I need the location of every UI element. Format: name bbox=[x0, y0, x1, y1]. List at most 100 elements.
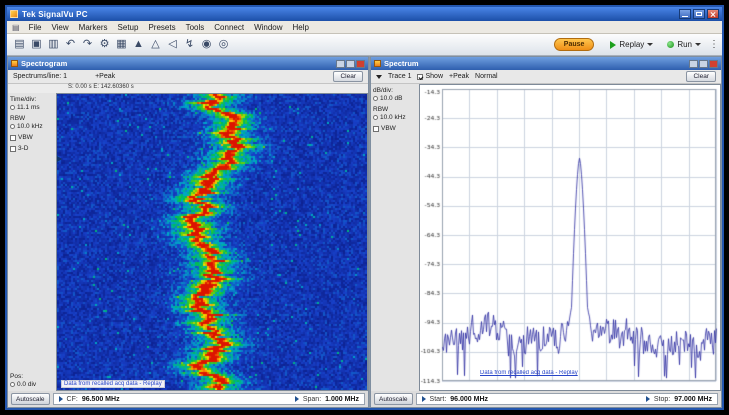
spectrum-close-button[interactable] bbox=[709, 60, 718, 68]
spectrogram-plot: Data from recalled acq data - Replay bbox=[56, 93, 368, 391]
sgram-vbw-control[interactable]: VBW bbox=[10, 134, 54, 141]
app-window: Tek SignalVu PC ▤ File View Markers Setu… bbox=[5, 5, 724, 410]
menu-window[interactable]: Window bbox=[249, 23, 287, 32]
sgram-rbw-value[interactable]: 10.0 kHz bbox=[17, 123, 43, 130]
span-marker-icon[interactable] bbox=[295, 396, 299, 402]
touchscreen-icon[interactable]: ◎ bbox=[216, 39, 231, 50]
spectrum-canvas[interactable] bbox=[420, 85, 720, 390]
spectrogram-clear-button[interactable]: Clear bbox=[333, 71, 363, 82]
pos-value[interactable]: 0.0 div bbox=[17, 381, 36, 388]
replay-button[interactable]: Replay bbox=[604, 38, 659, 51]
document-icon[interactable]: ▤ bbox=[12, 23, 20, 32]
pause-button[interactable]: Pause bbox=[554, 38, 595, 51]
pos-radio-icon[interactable] bbox=[10, 382, 15, 387]
spectrum-title: Spectrum bbox=[384, 59, 419, 68]
menu-markers[interactable]: Markers bbox=[74, 23, 113, 32]
time-div-value[interactable]: 11.1 ms bbox=[17, 104, 40, 111]
trigger-icon[interactable]: ↯ bbox=[182, 39, 197, 50]
acquire-icon[interactable]: ◉ bbox=[199, 39, 214, 50]
stop-marker-icon[interactable] bbox=[646, 396, 650, 402]
spectrogram-panel-icon bbox=[11, 60, 18, 67]
sgram-vbw-checkbox[interactable] bbox=[10, 135, 16, 141]
run-button[interactable]: Run bbox=[661, 38, 707, 51]
db-div-control[interactable]: 10.0 dB bbox=[373, 95, 417, 102]
db-div-radio-icon[interactable] bbox=[373, 96, 378, 101]
undo-icon[interactable]: ↶ bbox=[63, 39, 78, 50]
spectrum-settings: dB/div: 10.0 dB RBW 10.0 kHz bbox=[371, 84, 419, 391]
menu-setup[interactable]: Setup bbox=[113, 23, 144, 32]
spectrum-minimize-button[interactable] bbox=[689, 60, 698, 68]
time-div-control[interactable]: 11.1 ms bbox=[10, 104, 54, 111]
menu-presets[interactable]: Presets bbox=[143, 23, 180, 32]
show-checkbox[interactable] bbox=[417, 74, 423, 80]
save-icon[interactable]: ▣ bbox=[29, 39, 44, 50]
spectrum-clear-button[interactable]: Clear bbox=[686, 71, 716, 82]
cf-value[interactable]: 96.500 MHz bbox=[82, 396, 120, 403]
spec-rbw-radio-icon[interactable] bbox=[373, 115, 378, 120]
menu-view[interactable]: View bbox=[46, 23, 73, 32]
menu-tools[interactable]: Tools bbox=[181, 23, 210, 32]
time-div-radio-icon[interactable] bbox=[10, 105, 15, 110]
spectrogram-maximize-button[interactable] bbox=[346, 60, 355, 68]
spectrogram-replay-note: Data from recalled acq data - Replay bbox=[61, 380, 165, 388]
spectrogram-settings: Time/div: 11.1 ms RBW 10.0 kHz bbox=[8, 93, 56, 391]
print-icon[interactable]: ▥ bbox=[46, 39, 61, 50]
minimize-button[interactable] bbox=[679, 9, 691, 19]
marker-to-peak-icon[interactable]: △ bbox=[148, 39, 163, 50]
show-control[interactable]: Show bbox=[417, 73, 443, 80]
spectrogram-footer: Autoscale CF: 96.500 MHz Span: 1.000 MHz bbox=[8, 391, 368, 407]
spectrogram-canvas[interactable] bbox=[57, 94, 367, 390]
window-titlebar[interactable]: Tek SignalVu PC bbox=[7, 7, 722, 21]
cf-marker-icon[interactable] bbox=[59, 396, 63, 402]
prev-peak-icon[interactable]: ◁ bbox=[165, 39, 180, 50]
spectrogram-titlebar[interactable]: Spectrogram bbox=[8, 57, 368, 70]
stop-value[interactable]: 97.000 MHz bbox=[674, 396, 712, 403]
span-label: Span: bbox=[303, 396, 321, 403]
spec-rbw-control[interactable]: 10.0 kHz bbox=[373, 114, 417, 121]
trace-selector[interactable]: Trace 1 bbox=[388, 73, 411, 80]
settings-gear-icon[interactable]: ⚙ bbox=[97, 39, 112, 50]
spectrogram-autoscale-button[interactable]: Autoscale bbox=[11, 393, 50, 405]
spectrum-panel-icon bbox=[374, 60, 381, 67]
db-div-value[interactable]: 10.0 dB bbox=[380, 95, 402, 102]
spectrogram-minimize-button[interactable] bbox=[336, 60, 345, 68]
span-value[interactable]: 1.000 MHz bbox=[325, 396, 359, 403]
selected-line-marker-icon[interactable] bbox=[57, 156, 62, 162]
sgram-rbw-control[interactable]: 10.0 kHz bbox=[10, 123, 54, 130]
displays-icon[interactable]: ▦ bbox=[114, 39, 129, 50]
threed-checkbox[interactable] bbox=[10, 146, 16, 152]
window-title: Tek SignalVu PC bbox=[22, 10, 88, 19]
trace-dropdown-icon[interactable] bbox=[376, 75, 382, 79]
spectrum-maximize-button[interactable] bbox=[699, 60, 708, 68]
run-label: Run bbox=[677, 40, 692, 49]
spec-rbw-value[interactable]: 10.0 kHz bbox=[380, 114, 406, 121]
redo-icon[interactable]: ↷ bbox=[80, 39, 95, 50]
spectrum-autoscale-button[interactable]: Autoscale bbox=[374, 393, 413, 405]
menu-help[interactable]: Help bbox=[288, 23, 314, 32]
spectrum-titlebar[interactable]: Spectrum bbox=[371, 57, 721, 70]
spectrogram-time-readout: S: 0.00 s E: 142.60360 s bbox=[8, 84, 368, 93]
pos-control[interactable]: 0.0 div bbox=[10, 381, 54, 388]
menu-connect[interactable]: Connect bbox=[209, 23, 249, 32]
sgram-rbw-radio-icon[interactable] bbox=[10, 124, 15, 129]
peak-marker-icon[interactable]: ▲ bbox=[131, 39, 146, 50]
run-chevron-down-icon bbox=[695, 43, 701, 46]
maximize-button[interactable] bbox=[693, 9, 705, 19]
sgram-vbw-label: VBW bbox=[18, 134, 33, 141]
spec-vbw-checkbox[interactable] bbox=[373, 126, 379, 132]
threed-control[interactable]: 3-D bbox=[10, 145, 54, 152]
start-value[interactable]: 96.000 MHz bbox=[450, 396, 488, 403]
spectrums-per-line[interactable]: Spectrums/line: 1 bbox=[13, 73, 67, 80]
more-menu-icon[interactable]: ⋮ bbox=[709, 40, 717, 50]
menu-file[interactable]: File bbox=[24, 23, 47, 32]
spectrum-footer: Autoscale Start: 96.000 MHz Stop: 97.000… bbox=[371, 391, 721, 407]
spectrogram-close-button[interactable] bbox=[356, 60, 365, 68]
open-icon[interactable]: ▤ bbox=[12, 39, 27, 50]
spec-rbw-label: RBW bbox=[373, 106, 417, 113]
close-button[interactable] bbox=[707, 9, 719, 19]
threed-label: 3-D bbox=[18, 145, 28, 152]
start-marker-icon[interactable] bbox=[422, 396, 426, 402]
spectrogram-window-controls bbox=[336, 60, 365, 68]
spec-vbw-control[interactable]: VBW bbox=[373, 125, 417, 132]
spec-rbw-setting: RBW 10.0 kHz bbox=[373, 106, 417, 121]
